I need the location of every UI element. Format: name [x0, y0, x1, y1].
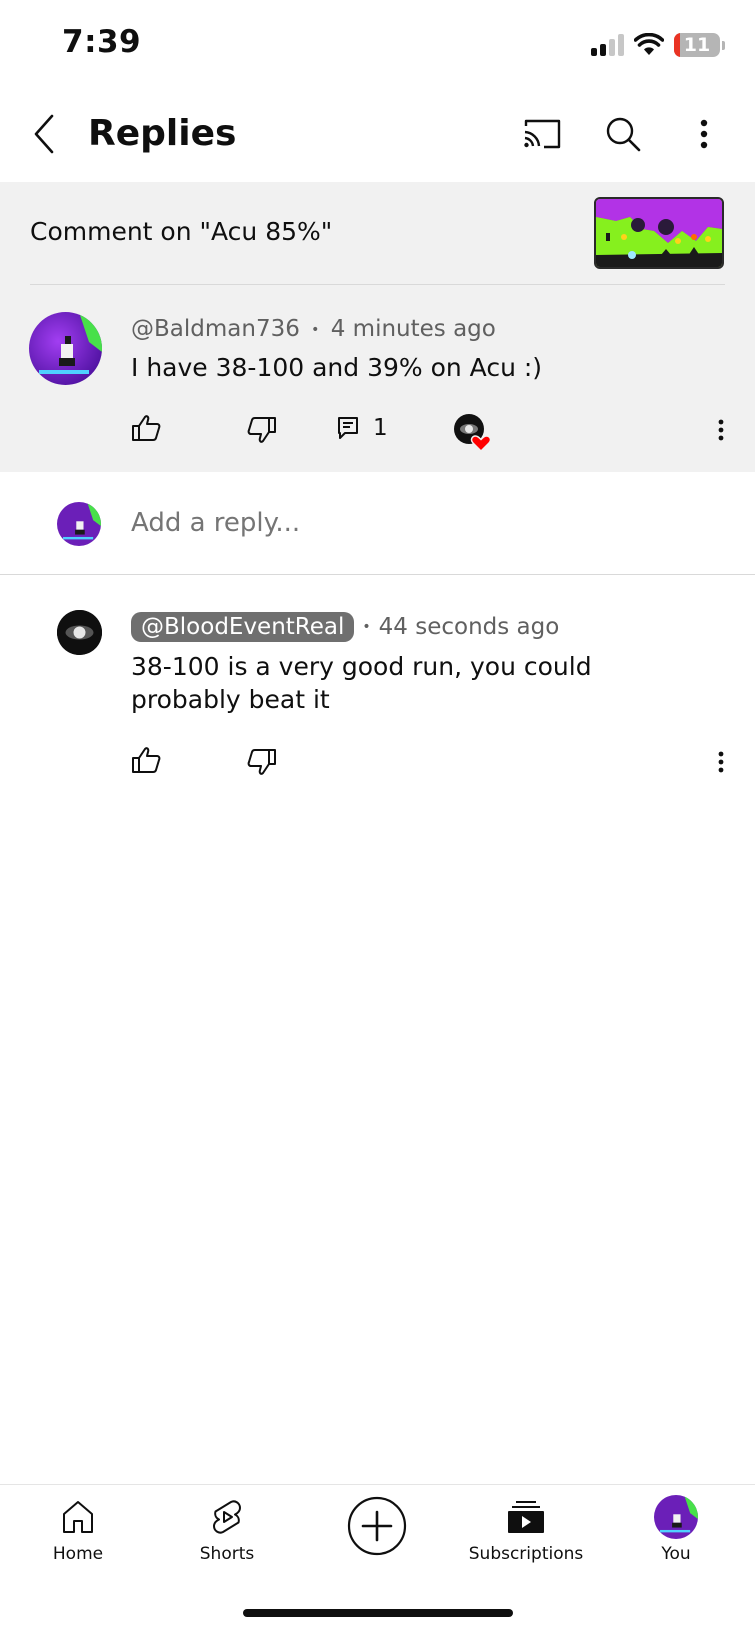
comment-more-button[interactable]	[706, 408, 736, 452]
back-icon	[34, 114, 54, 154]
status-time: 7:39	[62, 24, 142, 60]
subscriptions-icon	[508, 1501, 544, 1533]
divider	[0, 1484, 755, 1485]
shorts-icon	[213, 1500, 241, 1534]
comment-icon	[338, 417, 358, 439]
avatar-image	[29, 312, 102, 385]
more-vert-icon	[718, 751, 724, 773]
reply-more-button[interactable]	[706, 740, 736, 784]
divider	[30, 284, 725, 285]
home-icon	[63, 1501, 93, 1533]
nav-home-label: Home	[52, 1544, 104, 1564]
avatar-image	[57, 502, 101, 546]
thumbs-up-icon	[132, 747, 161, 773]
thumbs-down-icon	[247, 417, 276, 443]
add-icon	[347, 1496, 407, 1556]
like-button[interactable]	[124, 406, 168, 450]
avatar[interactable]	[57, 610, 102, 655]
nav-you-label: You	[661, 1544, 691, 1564]
parent-comment-meta: @Baldman736 • 4 minutes ago	[131, 316, 496, 342]
reply-text: 38-100 is a very good run, you could pro…	[131, 652, 592, 714]
meta-separator: •	[362, 619, 371, 635]
like-button[interactable]	[124, 738, 168, 782]
dislike-button[interactable]	[240, 408, 284, 452]
comment-author[interactable]: @Baldman736	[131, 316, 300, 342]
thumbs-up-icon	[132, 415, 161, 441]
avatar	[654, 1495, 698, 1539]
more-options-button[interactable]	[674, 104, 734, 164]
search-button[interactable]	[593, 104, 653, 164]
comment-context-label: Comment on "Acu 85%"	[30, 217, 333, 246]
back-button[interactable]	[24, 104, 64, 164]
thumbs-down-icon	[247, 749, 276, 775]
create-button[interactable]	[347, 1496, 407, 1556]
reply-count: 1	[373, 415, 388, 441]
reply-time: 44 seconds ago	[378, 614, 560, 640]
more-vert-icon	[718, 419, 724, 441]
divider	[0, 574, 755, 575]
home-indicator	[243, 1609, 513, 1617]
meta-separator: •	[311, 321, 320, 338]
header: Replies	[0, 92, 755, 180]
cast-icon	[524, 119, 561, 149]
status-icons: 11	[591, 30, 725, 60]
video-thumbnail[interactable]	[594, 197, 724, 269]
battery-level: 11	[683, 34, 711, 56]
creator-heart-badge	[454, 414, 492, 453]
comment-time: 4 minutes ago	[330, 316, 496, 342]
avatar-image	[57, 610, 102, 655]
more-vert-icon	[700, 119, 708, 149]
reply-author-badge[interactable]: @BloodEventReal	[131, 612, 355, 642]
avatar	[57, 502, 101, 546]
signal-icon	[591, 34, 624, 56]
nav-subscriptions[interactable]: Subscriptions	[456, 1494, 596, 1564]
replies-button[interactable]: 1	[337, 406, 388, 450]
heart-icon	[454, 414, 492, 453]
nav-you[interactable]: You	[606, 1494, 746, 1564]
avatar[interactable]	[29, 312, 102, 385]
cast-button[interactable]	[512, 104, 572, 164]
comment-text: I have 38-100 and 39% on Acu :)	[131, 353, 543, 382]
battery-icon: 11	[674, 33, 720, 57]
dislike-button[interactable]	[240, 740, 284, 784]
nav-shorts-label: Shorts	[199, 1544, 255, 1564]
video-thumbnail-image	[596, 199, 722, 267]
nav-home[interactable]: Home	[8, 1494, 148, 1564]
search-icon	[606, 117, 641, 152]
wifi-icon	[634, 33, 664, 55]
add-reply-input[interactable]	[131, 508, 691, 538]
nav-shorts[interactable]: Shorts	[157, 1494, 297, 1564]
nav-subscriptions-label: Subscriptions	[468, 1544, 584, 1564]
reply-meta: @BloodEventReal • 44 seconds ago	[131, 612, 559, 642]
parent-comment-panel: Comment on "Acu 85%" @Baldman736 • 4 min…	[0, 182, 755, 472]
avatar-image	[654, 1495, 698, 1539]
page-title: Replies	[88, 113, 237, 154]
